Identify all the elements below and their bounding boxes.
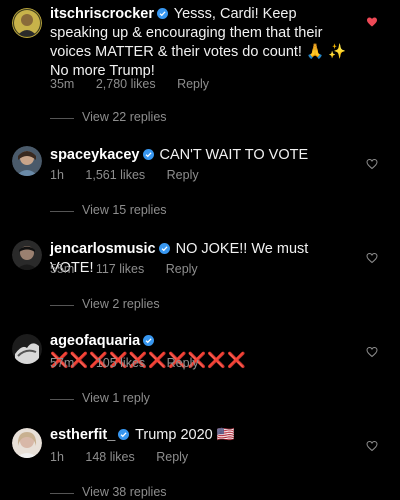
comment-likes[interactable]: 117 likes [96, 262, 144, 276]
avatar[interactable] [12, 146, 42, 176]
comment-likes[interactable]: 2,780 likes [96, 77, 156, 91]
view-replies-label[interactable]: View 1 reply [82, 391, 150, 405]
comment-meta: 1h 148 likes Reply [50, 450, 206, 464]
comment-likes[interactable]: 105 likes [96, 356, 145, 370]
reply-button[interactable]: Reply [167, 168, 199, 182]
reply-divider [50, 211, 74, 212]
view-replies-label[interactable]: View 22 replies [82, 110, 167, 124]
comment-likes[interactable]: 148 likes [85, 450, 134, 464]
comment-meta: 1h 1,561 likes Reply [50, 168, 217, 182]
reply-button[interactable]: Reply [177, 77, 209, 91]
comment-username[interactable]: estherfit_ [50, 427, 115, 443]
comment-username[interactable]: spaceykacey [50, 147, 140, 163]
view-replies-button[interactable]: View 1 reply [50, 391, 150, 405]
reply-divider [50, 118, 74, 119]
reply-button[interactable]: Reply [166, 262, 198, 276]
verified-badge-icon [156, 8, 168, 19]
comment-body: spaceykacey CAN'T WAIT TO VOTE [50, 146, 355, 165]
comment-time: 57m [50, 356, 75, 370]
view-replies-button[interactable]: View 2 replies [50, 297, 160, 311]
heart-icon[interactable] [366, 158, 378, 170]
comment-time: 1h [50, 168, 64, 182]
comment-time: 35m [50, 77, 75, 91]
comment-body: estherfit_ Trump 2020 🇺🇸 [50, 426, 355, 445]
heart-icon[interactable] [366, 440, 378, 452]
comment-meta: 57m 105 likes Reply [50, 356, 217, 370]
avatar[interactable] [12, 240, 42, 270]
avatar[interactable] [12, 8, 42, 38]
comment-meta: 55m 117 likes Reply [50, 262, 216, 276]
view-replies-button[interactable]: View 15 replies [50, 203, 167, 217]
reply-divider [50, 399, 74, 400]
verified-badge-icon [143, 335, 155, 346]
comment-text: CAN'T WAIT TO VOTE [159, 147, 309, 163]
heart-icon[interactable] [366, 252, 378, 264]
verified-badge-icon [158, 243, 170, 254]
view-replies-label[interactable]: View 2 replies [82, 297, 160, 311]
view-replies-button[interactable]: View 22 replies [50, 110, 167, 124]
comment-likes[interactable]: 1,561 likes [85, 168, 145, 182]
avatar[interactable] [12, 334, 42, 364]
comment-time: 55m [50, 262, 75, 276]
comment-username[interactable]: itschriscrocker [50, 6, 154, 22]
comment-username[interactable]: ageofaquaria [50, 333, 140, 349]
view-replies-label[interactable]: View 15 replies [82, 203, 167, 217]
heart-icon[interactable] [366, 16, 378, 28]
heart-icon[interactable] [366, 346, 378, 358]
comment-body: itschriscrocker Yesss, Cardi! Keep speak… [50, 5, 355, 81]
view-replies-button[interactable]: View 38 replies [50, 485, 167, 499]
view-replies-label[interactable]: View 38 replies [82, 485, 167, 499]
reply-divider [50, 493, 74, 494]
comment-username[interactable]: jencarlosmusic [50, 241, 156, 257]
verified-badge-icon [142, 149, 154, 160]
avatar[interactable] [12, 428, 42, 458]
comment-meta: 35m 2,780 likes Reply [50, 77, 227, 91]
reply-divider [50, 305, 74, 306]
comment-time: 1h [50, 450, 64, 464]
comment-text: Trump 2020 🇺🇸 [135, 427, 235, 443]
verified-badge-icon [118, 429, 130, 440]
reply-button[interactable]: Reply [156, 450, 188, 464]
reply-button[interactable]: Reply [167, 356, 199, 370]
